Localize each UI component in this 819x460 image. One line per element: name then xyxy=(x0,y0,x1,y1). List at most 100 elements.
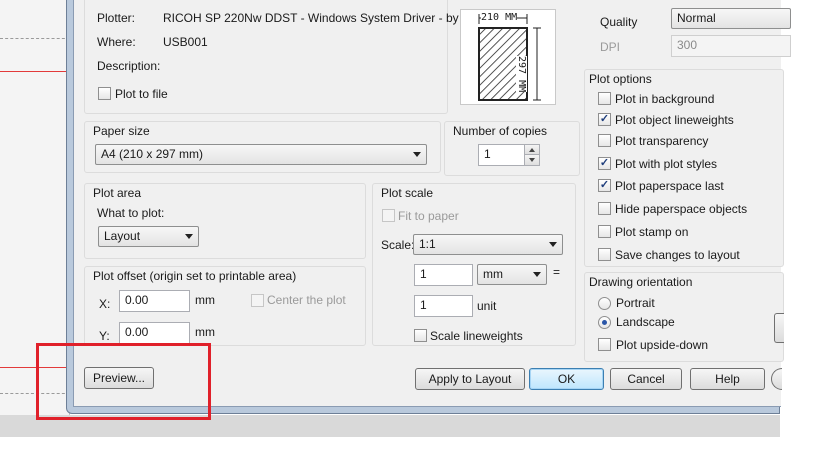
option-checkbox[interactable] xyxy=(598,248,611,261)
option-label: Plot transparency xyxy=(615,134,709,148)
option-checkbox[interactable]: ✓ xyxy=(598,157,611,170)
option-label: Plot stamp on xyxy=(615,225,689,239)
fit-to-paper-label: Fit to paper xyxy=(398,209,459,223)
spin-down-icon[interactable] xyxy=(524,155,539,165)
y-offset-value: 0.00 xyxy=(125,325,149,339)
orientation-title: Drawing orientation xyxy=(589,275,693,289)
where-value: USB001 xyxy=(163,35,208,49)
dpi-value: 300 xyxy=(677,38,698,52)
paper-dashed-line xyxy=(0,38,70,39)
paper-size-combo[interactable]: A4 (210 x 297 mm) xyxy=(95,144,427,165)
plotter-label: Plotter: xyxy=(97,11,136,25)
plot-area-group: Plot area What to plot: Layout xyxy=(84,183,366,259)
y-offset-label: Y: xyxy=(99,329,110,343)
y-offset-unit: mm xyxy=(195,325,215,339)
copies-input[interactable]: 1 xyxy=(478,144,540,166)
plot-options-title: Plot options xyxy=(589,72,652,86)
scale-label: Scale: xyxy=(381,238,415,252)
paper-size-title: Paper size xyxy=(93,124,150,138)
apply-to-layout-button[interactable]: Apply to Layout xyxy=(415,368,525,390)
copies-title: Number of copies xyxy=(453,124,548,138)
description-label: Description: xyxy=(97,59,161,73)
plot-to-file-checkbox[interactable] xyxy=(98,87,111,100)
plotter-value: RICOH SP 220Nw DDST - Windows System Dri… xyxy=(163,11,480,25)
scale-units-value: mm xyxy=(483,267,503,281)
option-checkbox[interactable] xyxy=(598,202,611,215)
portrait-radio[interactable] xyxy=(598,297,611,310)
plot-scale-group: Plot scale Fit to paper Scale: 1:1 1 mm … xyxy=(372,183,576,346)
quality-label: Quality xyxy=(600,15,638,29)
chevron-down-icon xyxy=(185,234,193,239)
chevron-down-icon xyxy=(533,272,541,277)
spin-up-icon[interactable] xyxy=(524,145,539,155)
what-to-plot-value: Layout xyxy=(104,229,141,243)
dpi-input[interactable]: 300 xyxy=(671,35,791,57)
x-offset-value: 0.00 xyxy=(125,293,149,307)
landscape-radio[interactable] xyxy=(598,316,611,329)
x-offset-input[interactable]: 0.00 xyxy=(119,290,190,312)
scale-lineweights-checkbox[interactable] xyxy=(414,329,427,342)
drawing-orientation-group: Drawing orientation Portrait Landscape P… xyxy=(584,272,784,362)
portrait-label: Portrait xyxy=(616,296,655,310)
option-label: Plot paperspace last xyxy=(615,179,724,193)
option-label: Hide paperspace objects xyxy=(615,202,748,216)
quality-value: Normal xyxy=(677,11,716,25)
paper-width-label: 210 MM xyxy=(481,12,518,23)
plot-offset-group: Plot offset (origin set to printable are… xyxy=(84,266,366,346)
copies-value: 1 xyxy=(484,147,491,161)
option-label: Save changes to layout xyxy=(615,248,740,262)
paper-preview: 210 MM 297 MM xyxy=(460,9,556,105)
scale-unit-label: unit xyxy=(477,299,497,313)
y-offset-input[interactable]: 0.00 xyxy=(119,322,190,344)
plot-to-file-label: Plot to file xyxy=(115,87,168,101)
option-label: Plot object lineweights xyxy=(615,113,734,127)
upside-down-label: Plot upside-down xyxy=(616,338,709,352)
x-offset-unit: mm xyxy=(195,293,215,307)
option-label: Plot with plot styles xyxy=(615,157,718,171)
chevron-down-icon xyxy=(413,152,421,157)
cancel-button[interactable]: Cancel xyxy=(610,368,682,390)
what-to-plot-label: What to plot: xyxy=(97,206,165,220)
paper-size-value: A4 (210 x 297 mm) xyxy=(101,147,204,161)
scale-equals: = xyxy=(553,265,561,279)
center-plot-label: Center the plot xyxy=(267,293,346,307)
scale-value2: 1 xyxy=(420,298,427,312)
what-to-plot-combo[interactable]: Layout xyxy=(98,226,199,247)
option-checkbox[interactable]: ✓ xyxy=(598,179,611,192)
fit-to-paper-checkbox[interactable] xyxy=(382,209,395,222)
help-button[interactable]: Help xyxy=(690,368,765,390)
center-plot-checkbox[interactable] xyxy=(251,294,264,307)
printer-plotter-group: Plotter: RICOH SP 220Nw DDST - Windows S… xyxy=(84,0,479,114)
option-checkbox[interactable] xyxy=(598,92,611,105)
scale-value1: 1 xyxy=(420,267,427,281)
preview-highlight-annotation xyxy=(36,343,211,420)
landscape-label: Landscape xyxy=(616,315,675,329)
x-offset-label: X: xyxy=(99,297,111,311)
chevron-down-icon xyxy=(549,242,557,247)
ok-button[interactable]: OK xyxy=(529,368,604,390)
scale-units-combo[interactable]: mm xyxy=(477,264,547,285)
where-label: Where: xyxy=(97,35,136,49)
plot-area-title: Plot area xyxy=(93,186,142,200)
scale-value: 1:1 xyxy=(419,237,436,251)
scale-combo[interactable]: 1:1 xyxy=(413,234,563,255)
plot-options-group: Plot options Plot in background ✓ Plot o… xyxy=(584,69,784,267)
dpi-label: DPI xyxy=(600,40,621,54)
upside-down-checkbox[interactable] xyxy=(598,338,611,351)
quality-combo[interactable]: Normal xyxy=(671,8,791,29)
option-checkbox[interactable] xyxy=(598,134,611,147)
plot-offset-title: Plot offset (origin set to printable are… xyxy=(93,269,297,283)
paper-height-label: 297 MM xyxy=(516,56,527,93)
paper-size-group: Paper size A4 (210 x 297 mm) xyxy=(84,121,441,173)
paper-size-diagram xyxy=(478,14,541,101)
scale-value2-input[interactable]: 1 xyxy=(414,295,473,317)
orientation-icon-button[interactable] xyxy=(774,313,784,343)
option-label: Plot in background xyxy=(615,92,715,106)
plot-scale-title: Plot scale xyxy=(381,186,434,200)
more-options-button[interactable] xyxy=(771,368,782,390)
copies-group: Number of copies 1 xyxy=(444,121,580,176)
paper-red-line xyxy=(0,71,70,72)
scale-value1-input[interactable]: 1 xyxy=(414,264,473,286)
option-checkbox[interactable] xyxy=(598,225,611,238)
option-checkbox[interactable]: ✓ xyxy=(598,113,611,126)
